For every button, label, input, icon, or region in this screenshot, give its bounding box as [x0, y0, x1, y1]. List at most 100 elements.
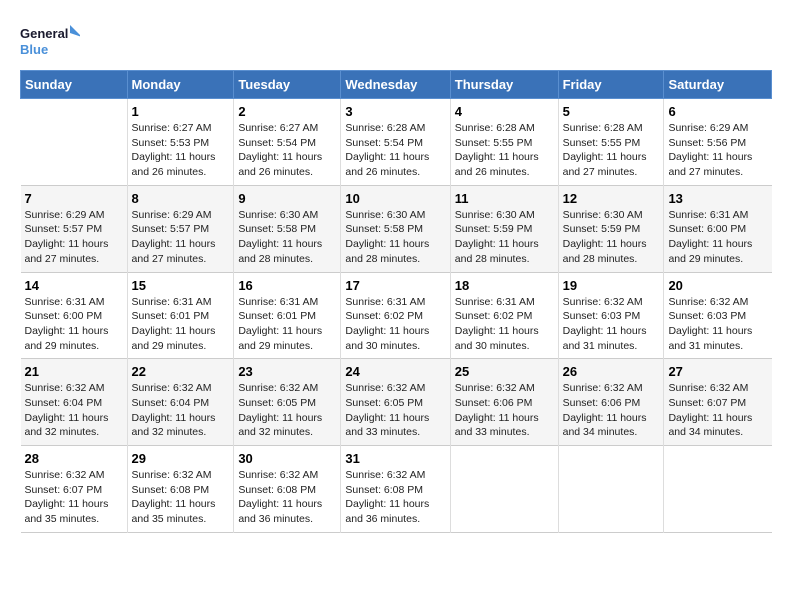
calendar-cell: 17 Sunrise: 6:31 AM Sunset: 6:02 PM Dayli… [341, 272, 450, 359]
calendar-week-row: 7 Sunrise: 6:29 AM Sunset: 5:57 PM Daylig… [21, 185, 772, 272]
calendar-cell: 2 Sunrise: 6:27 AM Sunset: 5:54 PM Daylig… [234, 99, 341, 186]
calendar-cell: 28 Sunrise: 6:32 AM Sunset: 6:07 PM Dayli… [21, 446, 128, 533]
day-info: Sunrise: 6:32 AM Sunset: 6:03 PM Dayligh… [563, 295, 660, 354]
day-info: Sunrise: 6:32 AM Sunset: 6:03 PM Dayligh… [668, 295, 767, 354]
day-info: Sunrise: 6:32 AM Sunset: 6:04 PM Dayligh… [25, 381, 123, 440]
calendar-week-row: 28 Sunrise: 6:32 AM Sunset: 6:07 PM Dayli… [21, 446, 772, 533]
calendar-cell: 5 Sunrise: 6:28 AM Sunset: 5:55 PM Daylig… [558, 99, 664, 186]
day-info: Sunrise: 6:29 AM Sunset: 5:57 PM Dayligh… [132, 208, 230, 267]
day-number: 14 [25, 278, 123, 293]
day-number: 20 [668, 278, 767, 293]
day-number: 8 [132, 191, 230, 206]
calendar-cell [21, 99, 128, 186]
weekday-header: Monday [127, 71, 234, 99]
day-info: Sunrise: 6:32 AM Sunset: 6:08 PM Dayligh… [238, 468, 336, 527]
day-info: Sunrise: 6:32 AM Sunset: 6:05 PM Dayligh… [238, 381, 336, 440]
day-info: Sunrise: 6:32 AM Sunset: 6:05 PM Dayligh… [345, 381, 445, 440]
day-info: Sunrise: 6:31 AM Sunset: 6:00 PM Dayligh… [668, 208, 767, 267]
calendar-cell: 24 Sunrise: 6:32 AM Sunset: 6:05 PM Dayli… [341, 359, 450, 446]
calendar-cell: 13 Sunrise: 6:31 AM Sunset: 6:00 PM Dayli… [664, 185, 772, 272]
day-number: 10 [345, 191, 445, 206]
day-info: Sunrise: 6:31 AM Sunset: 6:01 PM Dayligh… [132, 295, 230, 354]
calendar-week-row: 14 Sunrise: 6:31 AM Sunset: 6:00 PM Dayli… [21, 272, 772, 359]
day-number: 28 [25, 451, 123, 466]
weekday-header: Sunday [21, 71, 128, 99]
day-number: 17 [345, 278, 445, 293]
day-number: 25 [455, 364, 554, 379]
calendar-cell: 4 Sunrise: 6:28 AM Sunset: 5:55 PM Daylig… [450, 99, 558, 186]
day-info: Sunrise: 6:31 AM Sunset: 6:00 PM Dayligh… [25, 295, 123, 354]
weekday-header: Thursday [450, 71, 558, 99]
calendar-cell: 10 Sunrise: 6:30 AM Sunset: 5:58 PM Dayli… [341, 185, 450, 272]
weekday-header: Friday [558, 71, 664, 99]
day-number: 22 [132, 364, 230, 379]
calendar-cell: 12 Sunrise: 6:30 AM Sunset: 5:59 PM Dayli… [558, 185, 664, 272]
day-info: Sunrise: 6:28 AM Sunset: 5:54 PM Dayligh… [345, 121, 445, 180]
day-info: Sunrise: 6:27 AM Sunset: 5:53 PM Dayligh… [132, 121, 230, 180]
calendar-cell [450, 446, 558, 533]
calendar-cell: 25 Sunrise: 6:32 AM Sunset: 6:06 PM Dayli… [450, 359, 558, 446]
weekday-header: Wednesday [341, 71, 450, 99]
logo: General Blue [20, 20, 80, 60]
day-number: 4 [455, 104, 554, 119]
logo-svg: General Blue [20, 20, 80, 60]
day-info: Sunrise: 6:32 AM Sunset: 6:04 PM Dayligh… [132, 381, 230, 440]
weekday-header: Saturday [664, 71, 772, 99]
day-number: 26 [563, 364, 660, 379]
calendar-cell: 29Sunrise: 6:32 AM Sunset: 6:08 PM Dayli… [127, 446, 234, 533]
day-number: 7 [25, 191, 123, 206]
calendar-week-row: 1 Sunrise: 6:27 AM Sunset: 5:53 PM Daylig… [21, 99, 772, 186]
calendar-week-row: 21 Sunrise: 6:32 AM Sunset: 6:04 PM Dayli… [21, 359, 772, 446]
day-info: Sunrise: 6:32 AM Sunset: 6:06 PM Dayligh… [455, 381, 554, 440]
day-info: Sunrise: 6:29 AM Sunset: 5:57 PM Dayligh… [25, 208, 123, 267]
calendar-cell: 15Sunrise: 6:31 AM Sunset: 6:01 PM Dayli… [127, 272, 234, 359]
day-info: Sunrise: 6:32 AM Sunset: 6:07 PM Dayligh… [25, 468, 123, 527]
day-info: Sunrise: 6:31 AM Sunset: 6:01 PM Dayligh… [238, 295, 336, 354]
day-number: 13 [668, 191, 767, 206]
calendar-cell: 1 Sunrise: 6:27 AM Sunset: 5:53 PM Daylig… [127, 99, 234, 186]
day-number: 21 [25, 364, 123, 379]
day-number: 16 [238, 278, 336, 293]
day-number: 31 [345, 451, 445, 466]
day-number: 30 [238, 451, 336, 466]
day-info: Sunrise: 6:31 AM Sunset: 6:02 PM Dayligh… [345, 295, 445, 354]
day-number: 18 [455, 278, 554, 293]
day-info: Sunrise: 6:32 AM Sunset: 6:07 PM Dayligh… [668, 381, 767, 440]
day-info: Sunrise: 6:32 AM Sunset: 6:06 PM Dayligh… [563, 381, 660, 440]
day-number: 24 [345, 364, 445, 379]
day-info: Sunrise: 6:30 AM Sunset: 5:58 PM Dayligh… [345, 208, 445, 267]
day-number: 19 [563, 278, 660, 293]
day-info: Sunrise: 6:32 AM Sunset: 6:08 PM Dayligh… [132, 468, 230, 527]
day-number: 6 [668, 104, 767, 119]
day-number: 9 [238, 191, 336, 206]
calendar-cell: 26 Sunrise: 6:32 AM Sunset: 6:06 PM Dayli… [558, 359, 664, 446]
day-info: Sunrise: 6:27 AM Sunset: 5:54 PM Dayligh… [238, 121, 336, 180]
weekday-header: Tuesday [234, 71, 341, 99]
day-number: 1 [132, 104, 230, 119]
day-info: Sunrise: 6:29 AM Sunset: 5:56 PM Dayligh… [668, 121, 767, 180]
calendar-cell [558, 446, 664, 533]
day-info: Sunrise: 6:28 AM Sunset: 5:55 PM Dayligh… [455, 121, 554, 180]
calendar-cell: 3 Sunrise: 6:28 AM Sunset: 5:54 PM Daylig… [341, 99, 450, 186]
day-info: Sunrise: 6:31 AM Sunset: 6:02 PM Dayligh… [455, 295, 554, 354]
calendar-cell: 30 Sunrise: 6:32 AM Sunset: 6:08 PM Dayli… [234, 446, 341, 533]
calendar-cell: 6 Sunrise: 6:29 AM Sunset: 5:56 PM Daylig… [664, 99, 772, 186]
day-number: 5 [563, 104, 660, 119]
day-number: 3 [345, 104, 445, 119]
calendar-cell: 11Sunrise: 6:30 AM Sunset: 5:59 PM Dayli… [450, 185, 558, 272]
calendar-cell: 22 Sunrise: 6:32 AM Sunset: 6:04 PM Dayli… [127, 359, 234, 446]
day-number: 12 [563, 191, 660, 206]
calendar-cell: 9Sunrise: 6:30 AM Sunset: 5:58 PM Daylig… [234, 185, 341, 272]
page-header: General Blue [20, 20, 772, 60]
calendar-cell: 19 Sunrise: 6:32 AM Sunset: 6:03 PM Dayli… [558, 272, 664, 359]
day-info: Sunrise: 6:30 AM Sunset: 5:59 PM Dayligh… [563, 208, 660, 267]
calendar-table: SundayMondayTuesdayWednesdayThursdayFrid… [20, 70, 772, 533]
calendar-cell: 7 Sunrise: 6:29 AM Sunset: 5:57 PM Daylig… [21, 185, 128, 272]
day-info: Sunrise: 6:28 AM Sunset: 5:55 PM Dayligh… [563, 121, 660, 180]
day-number: 2 [238, 104, 336, 119]
calendar-cell: 18 Sunrise: 6:31 AM Sunset: 6:02 PM Dayli… [450, 272, 558, 359]
calendar-cell: 16 Sunrise: 6:31 AM Sunset: 6:01 PM Dayli… [234, 272, 341, 359]
day-info: Sunrise: 6:32 AM Sunset: 6:08 PM Dayligh… [345, 468, 445, 527]
calendar-header: SundayMondayTuesdayWednesdayThursdayFrid… [21, 71, 772, 99]
calendar-cell [664, 446, 772, 533]
